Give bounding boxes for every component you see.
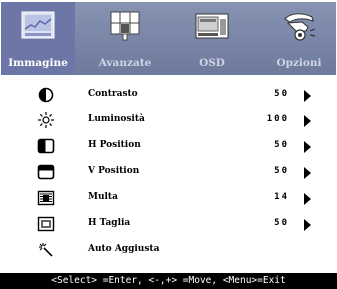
tab-label: OSD: [199, 57, 225, 69]
menu-item-label: Multa: [88, 192, 118, 202]
menu-item-h-taglia[interactable]: H Taglia 50: [0, 213, 337, 237]
menu-item-v-position[interactable]: V Position 50: [0, 161, 337, 185]
tab-opzioni[interactable]: Opzioni: [262, 2, 336, 75]
menu-item-value: 50: [274, 140, 289, 150]
contrast-icon: [38, 87, 54, 103]
menu-item-contrasto[interactable]: Contrasto 50: [0, 84, 337, 108]
phase-icon: [37, 190, 55, 206]
tab-label: Immagine: [8, 57, 68, 69]
picture-icon: [21, 11, 55, 39]
tab-osd[interactable]: OSD: [175, 2, 249, 75]
help-bar: <Select> =Enter, <-,+> =Move, <Menu>=Exi…: [0, 273, 337, 289]
hand-options-icon: [284, 13, 316, 41]
arrow-right-icon[interactable]: [304, 90, 311, 102]
menu-item-value: 100: [266, 114, 289, 124]
menu-item-label: V Position: [88, 166, 140, 176]
menu-item-auto-aggiusta[interactable]: Auto Aggiusta: [0, 239, 337, 263]
clock-icon: [37, 216, 55, 232]
menu-item-label: Auto Aggiusta: [88, 244, 160, 254]
auto-adjust-icon: [39, 243, 53, 257]
menu-item-multa[interactable]: Multa 14: [0, 187, 337, 211]
v-position-icon: [37, 164, 55, 180]
h-position-icon: [37, 138, 55, 154]
arrow-right-icon[interactable]: [304, 115, 311, 127]
tab-bar: Immagine Avanzate OSD Opzioni: [1, 2, 336, 75]
menu-item-label: Contrasto: [88, 89, 138, 99]
menu-item-label: Luminosità: [88, 114, 145, 124]
menu-item-label: H Taglia: [88, 218, 131, 228]
tab-avanzate[interactable]: Avanzate: [88, 2, 162, 75]
arrow-right-icon[interactable]: [304, 219, 311, 231]
arrow-right-icon[interactable]: [304, 193, 311, 205]
menu-item-value: 50: [274, 166, 289, 176]
tab-label: Opzioni: [276, 57, 322, 69]
menu-item-value: 50: [274, 89, 289, 99]
menu-item-label: H Position: [88, 140, 141, 150]
menu-item-h-position[interactable]: H Position 50: [0, 135, 337, 159]
tab-label: Avanzate: [98, 57, 152, 69]
osd-menu: Immagine Avanzate OSD Opzioni Contrasto …: [0, 0, 337, 289]
arrow-right-icon[interactable]: [304, 141, 311, 153]
menu-item-value: 14: [274, 192, 289, 202]
grid-settings-icon: [110, 11, 140, 41]
arrow-right-icon[interactable]: [304, 167, 311, 179]
menu-item-value: 50: [274, 218, 289, 228]
menu-item-luminosita[interactable]: Luminosità 100: [0, 109, 337, 133]
brightness-icon: [38, 112, 54, 128]
osd-window-icon: [195, 13, 229, 39]
tab-immagine[interactable]: Immagine: [1, 2, 75, 75]
